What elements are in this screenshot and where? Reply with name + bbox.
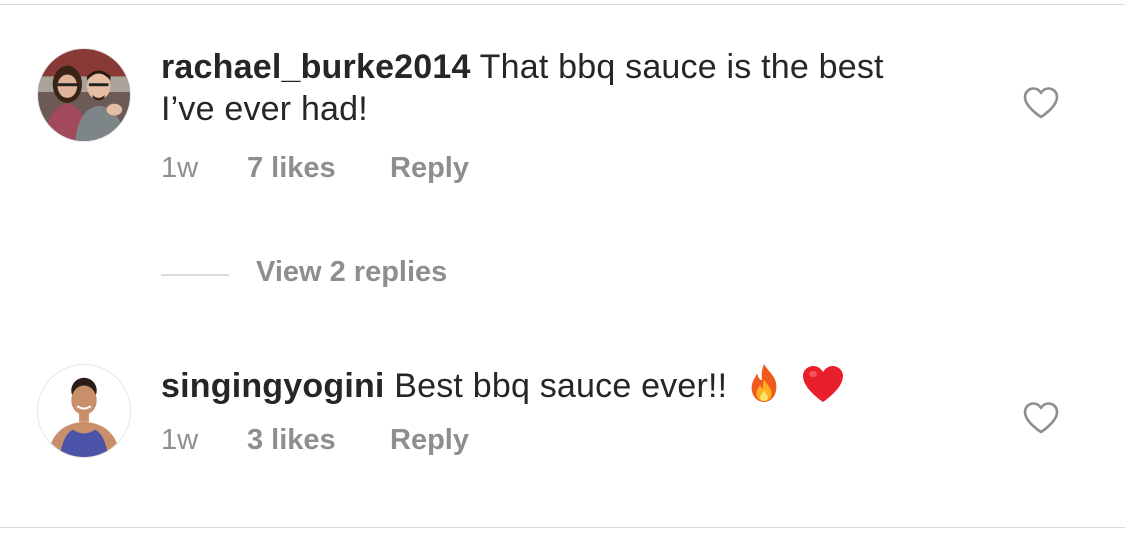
- comment-text: singingyogini Best bbq sauce ever!!: [161, 362, 921, 414]
- comment-body: Best bbq sauce ever!!: [394, 367, 728, 405]
- reply-button[interactable]: Reply: [390, 424, 469, 457]
- fire-emoji-icon: [745, 362, 783, 414]
- bottom-divider: [0, 527, 1125, 528]
- red-heart-emoji-icon: [801, 364, 845, 414]
- avatar[interactable]: [37, 364, 131, 458]
- comment-likes-count[interactable]: 3 likes: [247, 424, 390, 457]
- comment-username[interactable]: singingyogini: [161, 367, 385, 405]
- like-heart-icon[interactable]: [1022, 401, 1060, 435]
- comment-meta: 1w 7 likes Reply: [161, 152, 469, 185]
- avatar-woman-photo: [38, 365, 130, 457]
- comment-item: singingyogini Best bbq sauce ever!! 1w 3 …: [0, 362, 1125, 472]
- replies-divider-line: [161, 274, 229, 276]
- reply-button[interactable]: Reply: [390, 152, 469, 185]
- top-divider: [0, 4, 1125, 5]
- avatar[interactable]: [37, 48, 131, 142]
- comment-username[interactable]: rachael_burke2014: [161, 48, 471, 86]
- comment-meta: 1w 3 likes Reply: [161, 424, 469, 457]
- comment-likes-count[interactable]: 7 likes: [247, 152, 390, 185]
- view-replies-label[interactable]: View 2 replies: [256, 256, 447, 289]
- avatar-couple-photo: [38, 49, 130, 141]
- comment-timestamp: 1w: [161, 424, 199, 456]
- comment-item: rachael_burke2014 That bbq sauce is the …: [0, 46, 1125, 206]
- like-heart-icon[interactable]: [1022, 86, 1060, 120]
- comment-timestamp: 1w: [161, 152, 199, 184]
- comment-text: rachael_burke2014 That bbq sauce is the …: [161, 46, 921, 130]
